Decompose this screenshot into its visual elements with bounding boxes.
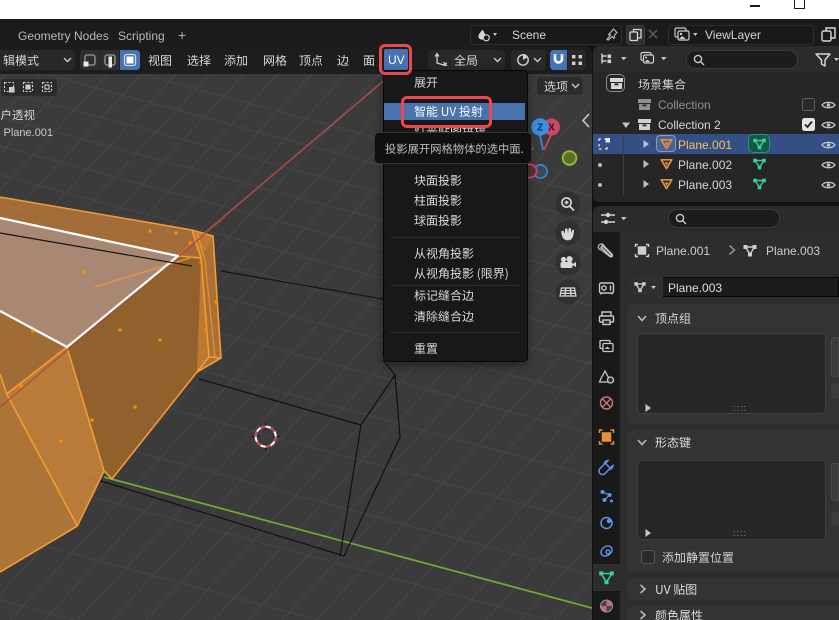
svg-text:Z: Z xyxy=(537,123,543,134)
svg-text:X: X xyxy=(548,123,555,134)
